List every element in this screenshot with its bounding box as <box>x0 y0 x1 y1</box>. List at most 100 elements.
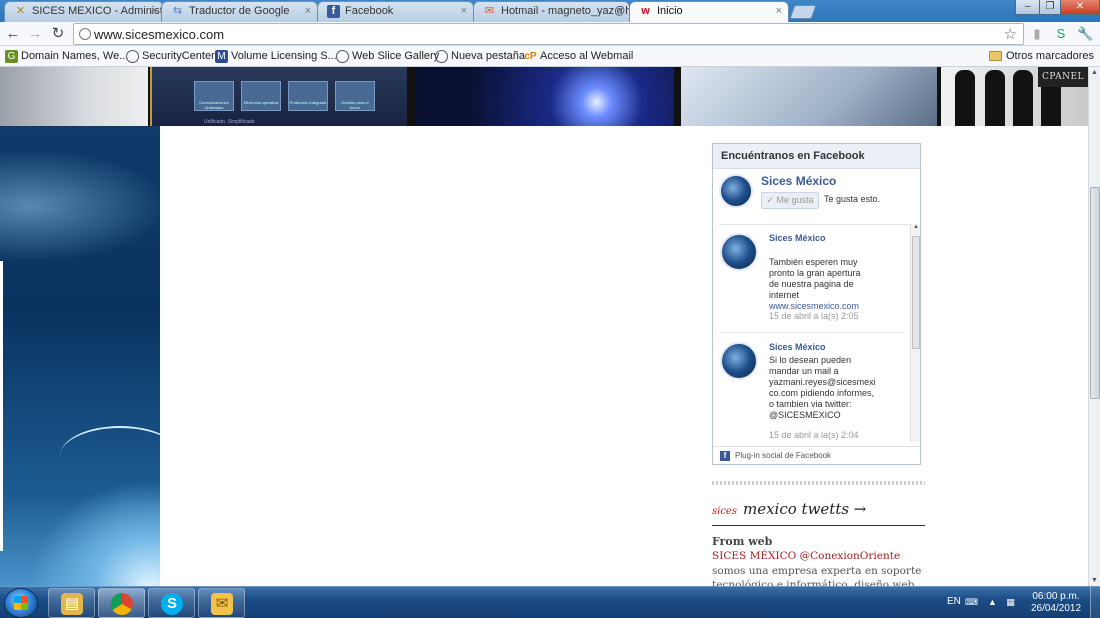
banner-tile: Eficiencia operativa <box>241 81 281 111</box>
reload-icon[interactable]: ↻ <box>49 25 67 43</box>
windows-explorer-icon: ▤ <box>61 593 83 615</box>
close-tab-icon[interactable]: × <box>305 2 311 21</box>
page-viewport: Comunicaciones Unificadas Eficiencia ope… <box>0 67 1088 586</box>
browser-tab-strip: ✕ SICES MEXICO - Administra × ⇆ Traducto… <box>0 0 1100 23</box>
bookmark-label: Nueva pestaña <box>451 50 525 62</box>
microsoft-icon: M <box>215 50 228 63</box>
heading-rule <box>712 525 925 526</box>
bookmark-volume-licensing[interactable]: M Volume Licensing S... <box>215 49 337 64</box>
minimize-icon[interactable]: – <box>1015 0 1040 15</box>
clock-time: 06:00 p.m. <box>1032 591 1080 602</box>
scroll-down-icon[interactable]: ▼ <box>1089 575 1100 586</box>
tab-title: Inicio <box>657 5 683 17</box>
facebook-like-box: Encuéntranos en Facebook Sices México ✓ … <box>712 143 921 465</box>
tab-hotmail[interactable]: ✉ Hotmail - magneto_yaz@h × <box>473 1 630 22</box>
post-avatar[interactable] <box>720 233 758 271</box>
bookmark-label: Acceso al Webmail <box>540 50 634 62</box>
facebook-feed-scrollbar[interactable]: ▲ <box>910 224 920 442</box>
tab-sices-admin[interactable]: ✕ SICES MEXICO - Administra × <box>4 1 164 22</box>
maximize-icon[interactable]: ❐ <box>1039 0 1061 15</box>
banner-image-3[interactable] <box>416 67 674 126</box>
facebook-page-name[interactable]: Sices México <box>761 174 836 188</box>
bookmark-nueva-pestana[interactable]: Nueva pestaña <box>435 49 525 64</box>
bookmark-security-center[interactable]: SecurityCenter <box>126 49 215 64</box>
tweet-text: SICES MÉXICO @ConexionOriente somos una … <box>712 549 928 586</box>
godaddy-icon: G <box>5 50 18 63</box>
taskbar-explorer[interactable]: ▤ <box>48 588 95 618</box>
back-icon[interactable]: ← <box>4 25 22 43</box>
close-tab-icon[interactable]: × <box>151 2 157 21</box>
banner-image-1[interactable] <box>0 67 148 126</box>
facebook-page-info: Sices México ✓ Me gusta Te gusta esto. <box>719 174 914 214</box>
heading-prefix: sices <box>712 506 737 517</box>
plugin-label[interactable]: Plug-in social de Facebook <box>735 451 831 460</box>
page-edge <box>0 261 3 551</box>
facebook-icon: f <box>720 451 730 461</box>
heading-text[interactable]: mexico twetts → <box>743 500 866 518</box>
banner-tile: Comunicaciones Unificadas <box>194 81 234 111</box>
start-button[interactable] <box>4 588 38 618</box>
tab-title: Hotmail - magneto_yaz@h <box>501 5 630 17</box>
keyboard-icon[interactable]: ⌨ <box>965 596 978 608</box>
post-avatar[interactable] <box>720 342 758 380</box>
other-bookmarks-label: Otros marcadores <box>1005 50 1094 62</box>
person-silhouette <box>955 70 975 126</box>
banner-caption: Unificado. Simplificado <box>204 119 255 125</box>
page-scrollbar[interactable]: ▲ ▼ <box>1088 67 1100 586</box>
page-scroll-thumb[interactable] <box>1090 187 1100 399</box>
address-bar[interactable]: ☆ <box>73 23 1024 45</box>
forward-icon[interactable]: → <box>26 25 44 43</box>
twitter-section-heading: sices mexico twetts → <box>712 500 866 518</box>
hotmail-icon: ✉ <box>484 5 495 17</box>
banner-image-2[interactable]: Comunicaciones Unificadas Eficiencia ope… <box>150 67 407 126</box>
url-input[interactable] <box>94 25 974 43</box>
post-text: Si lo desean pueden mandar un mail a yaz… <box>769 355 876 420</box>
close-tab-icon[interactable]: × <box>461 2 467 21</box>
post-author[interactable]: Sices México <box>769 233 826 243</box>
tab-inicio[interactable]: w Inicio × <box>629 1 789 23</box>
post-time[interactable]: 15 de abril a la(s) 2:05 <box>769 311 859 321</box>
outlook-icon: ✉ <box>211 593 233 615</box>
extension-icon[interactable]: S <box>1053 26 1069 42</box>
tab-title: Facebook <box>345 5 394 17</box>
banner-image-4[interactable] <box>681 67 937 126</box>
header-banner: Comunicaciones Unificadas Eficiencia ope… <box>0 67 1088 126</box>
person-silhouette <box>985 70 1005 126</box>
taskbar-outlook[interactable]: ✉ <box>198 588 245 618</box>
like-button[interactable]: ✓ Me gusta <box>761 192 819 209</box>
new-tab-button[interactable] <box>789 5 817 19</box>
close-tab-icon[interactable]: × <box>776 2 782 21</box>
page-avatar[interactable] <box>719 174 753 208</box>
bookmark-web-slice-gallery[interactable]: Web Slice Gallery <box>336 49 439 64</box>
scroll-up-icon[interactable]: ▲ <box>1089 67 1100 78</box>
bookmark-star-icon[interactable]: ☆ <box>1004 25 1017 43</box>
chrome-icon <box>111 593 133 615</box>
network-icon[interactable]: ▦ <box>1004 596 1017 608</box>
signal-bars-icon[interactable]: ▮ <box>1029 26 1045 42</box>
windows-taskbar: ▤ S ✉ EN ⌨ ▲ ▦ 06:00 p.m. 26/04/2012 <box>0 586 1100 618</box>
tweet-author[interactable]: SICES MÉXICO @ConexionOriente <box>712 550 900 562</box>
other-bookmarks[interactable]: Otros marcadores <box>988 49 1094 64</box>
close-tab-icon[interactable]: × <box>617 2 623 21</box>
bookmark-label: Web Slice Gallery <box>352 50 440 62</box>
scroll-up-icon[interactable]: ▲ <box>912 224 920 234</box>
post-author[interactable]: Sices México <box>769 342 826 352</box>
close-window-icon[interactable]: ✕ <box>1060 0 1100 15</box>
bookmark-domain-names[interactable]: G Domain Names, We... <box>5 49 128 64</box>
system-clock[interactable]: 06:00 p.m. 26/04/2012 <box>1030 591 1082 615</box>
show-hidden-icons-icon[interactable]: ▲ <box>986 596 999 608</box>
show-desktop-button[interactable] <box>1090 587 1100 618</box>
post-time[interactable]: 15 de abril a la(s) 2:04 <box>769 430 859 440</box>
cpanel-link[interactable]: CPANEL <box>1038 67 1088 87</box>
tab-facebook[interactable]: f Facebook × <box>317 1 474 22</box>
taskbar-skype[interactable]: S <box>148 588 195 618</box>
wrench-icon[interactable]: 🔧 <box>1077 26 1093 42</box>
google-translate-icon: ⇆ <box>172 5 183 17</box>
bookmark-webmail[interactable]: cP Acceso al Webmail <box>524 49 633 64</box>
taskbar-chrome[interactable] <box>98 588 145 618</box>
bookmarks-bar: G Domain Names, We... SecurityCenter M V… <box>0 46 1100 67</box>
tab-google-translate[interactable]: ⇆ Traductor de Google × <box>161 1 318 22</box>
language-indicator[interactable]: EN <box>947 596 961 607</box>
background-space-image <box>0 126 160 586</box>
scroll-thumb[interactable] <box>912 236 920 349</box>
